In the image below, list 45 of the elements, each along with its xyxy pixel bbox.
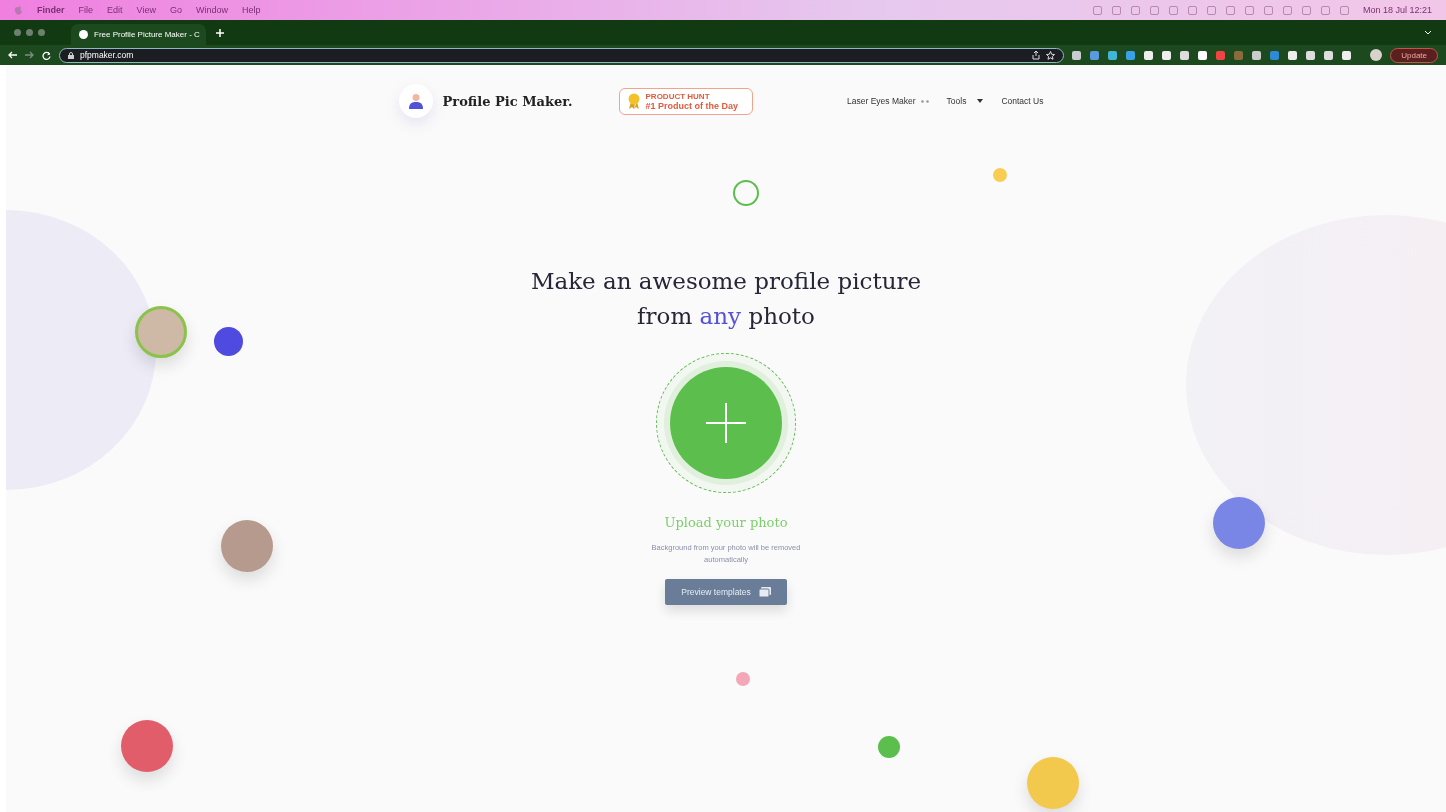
avatar-placeholder: [221, 520, 273, 572]
menu-bar-clock: Mon 18 Jul 12:21: [1362, 5, 1432, 15]
dot-decoration: [736, 672, 750, 686]
nav-link[interactable]: Contact Us: [1001, 96, 1044, 106]
medal-icon: [627, 93, 640, 109]
upload-label: Upload your photo: [664, 515, 788, 530]
images-icon: [758, 587, 771, 597]
menu-item[interactable]: Finder: [37, 5, 65, 15]
avatar-placeholder: [121, 720, 173, 772]
star-icon[interactable]: [1046, 50, 1055, 60]
menu-item[interactable]: Help: [241, 5, 261, 15]
menu-item[interactable]: Go: [169, 5, 182, 15]
chevron-down-icon[interactable]: [1424, 30, 1432, 35]
eyes-icon: [920, 99, 929, 103]
back-icon[interactable]: [8, 51, 17, 59]
menu-item[interactable]: Edit: [107, 5, 123, 15]
update-button[interactable]: Update: [1390, 47, 1438, 63]
share-icon[interactable]: [1032, 50, 1040, 60]
address-bar[interactable]: pfpmaker.com: [59, 47, 1064, 63]
hero-heading: Make an awesome profile picture from any photo: [530, 267, 922, 331]
site-logo[interactable]: Profile Pic Maker.: [442, 93, 573, 109]
reload-icon[interactable]: [42, 50, 51, 60]
nav-dropdown[interactable]: Tools: [946, 96, 984, 106]
window-controls[interactable]: [14, 29, 45, 36]
avatar-placeholder: [1213, 497, 1265, 549]
person-icon: [408, 93, 423, 109]
lock-icon: [68, 51, 74, 59]
menu-item[interactable]: View: [136, 5, 156, 15]
avatar-icon[interactable]: [1370, 49, 1383, 61]
product-hunt-badge[interactable]: PRODUCT HUNT #1 Product of the Day: [618, 87, 754, 115]
dot-decoration: [878, 736, 900, 758]
preview-templates-button[interactable]: Preview templates: [665, 579, 787, 605]
forward-icon[interactable]: [25, 51, 34, 59]
avatar-placeholder: [135, 306, 187, 358]
dot-decoration: [993, 168, 1007, 182]
caret-icon: [977, 99, 984, 103]
ring-decoration: [733, 180, 759, 206]
nav-link[interactable]: Laser Eyes Maker: [847, 96, 929, 106]
browser-tab[interactable]: Free Profile Picture Maker - C: [71, 24, 206, 45]
menu-item[interactable]: File: [78, 5, 94, 15]
menu-item[interactable]: Window: [195, 5, 228, 15]
new-tab-icon[interactable]: [216, 28, 224, 37]
avatar-placeholder: [1027, 757, 1079, 809]
dot-decoration: [214, 327, 243, 356]
plus-icon: [706, 403, 746, 443]
